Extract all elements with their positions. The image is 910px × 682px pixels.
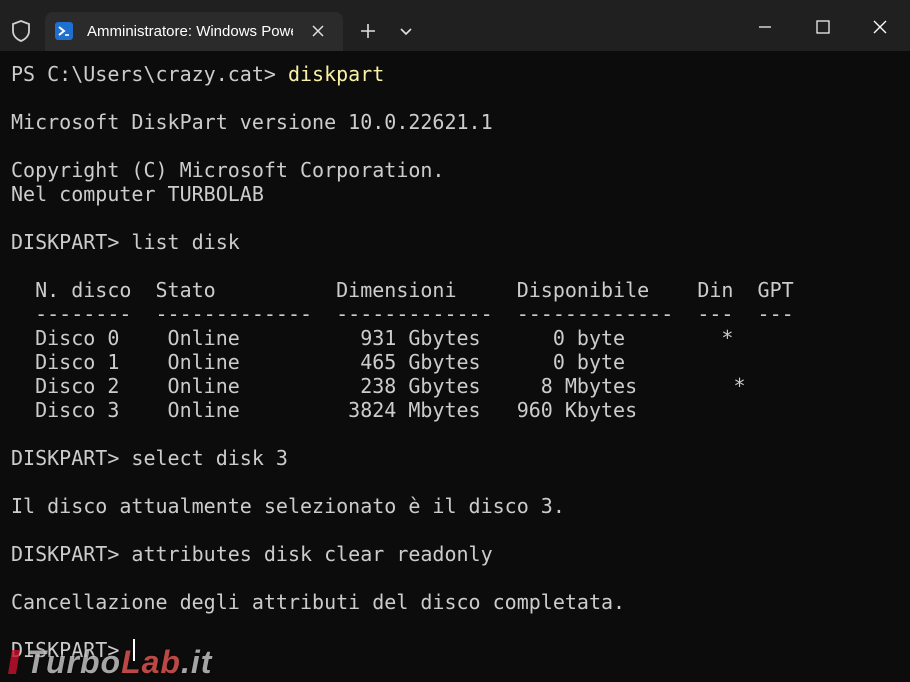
prompt-text: PS C:\Users\crazy.cat> <box>11 62 288 86</box>
close-window-icon[interactable] <box>870 17 890 37</box>
terminal-line: DISKPART> list disk <box>11 230 240 254</box>
chevron-down-icon[interactable] <box>398 24 414 38</box>
new-tab-plus-icon[interactable] <box>358 21 378 41</box>
flag-icon <box>6 648 24 676</box>
terminal-line: DISKPART> attributes disk clear readonly <box>11 542 493 566</box>
terminal-line: Il disco attualmente selezionato è il di… <box>11 494 565 518</box>
table-row: Disco 3 Online 3824 Mbytes 960 Kbytes <box>11 398 638 422</box>
terminal-line: Microsoft DiskPart versione 10.0.22621.1 <box>11 110 493 134</box>
title-bar: Amministratore: Windows PowerShell <box>0 0 910 51</box>
table-row: Disco 1 Online 465 Gbytes 0 byte <box>11 350 626 374</box>
powershell-icon <box>55 22 73 40</box>
terminal-line: Copyright (C) Microsoft Corporation. <box>11 158 445 182</box>
table-separator: -------- ------------- ------------- ---… <box>11 302 794 326</box>
table-row: Disco 2 Online 238 Gbytes 8 Mbytes * <box>11 374 746 398</box>
table-header: N. disco Stato Dimensioni Disponibile Di… <box>11 278 794 302</box>
terminal-line: Cancellazione degli attributi del disco … <box>11 590 626 614</box>
tab-powershell[interactable]: Amministratore: Windows PowerShell <box>45 12 343 51</box>
watermark-part2: Lab <box>121 644 181 680</box>
close-icon[interactable] <box>309 22 327 40</box>
maximize-icon[interactable] <box>813 17 833 37</box>
watermark-text: TurboLab.it <box>26 644 212 680</box>
terminal-output[interactable]: PS C:\Users\crazy.cat> diskpart Microsof… <box>0 51 910 682</box>
watermark-part3: .it <box>180 644 213 680</box>
minimize-icon[interactable] <box>755 17 775 37</box>
tab-title: Amministratore: Windows PowerShell <box>87 23 293 40</box>
command-text: diskpart <box>287 62 385 86</box>
table-row: Disco 0 Online 931 Gbytes 0 byte * <box>11 326 734 350</box>
watermark-part1: Turbo <box>26 644 122 680</box>
terminal-line: Nel computer TURBOLAB <box>11 182 264 206</box>
terminal-line: DISKPART> select disk 3 <box>11 446 288 470</box>
terminal-line: PS C:\Users\crazy.cat> diskpart <box>11 62 384 86</box>
watermark-logo: TurboLab.it <box>6 644 236 680</box>
shield-icon <box>10 19 32 43</box>
